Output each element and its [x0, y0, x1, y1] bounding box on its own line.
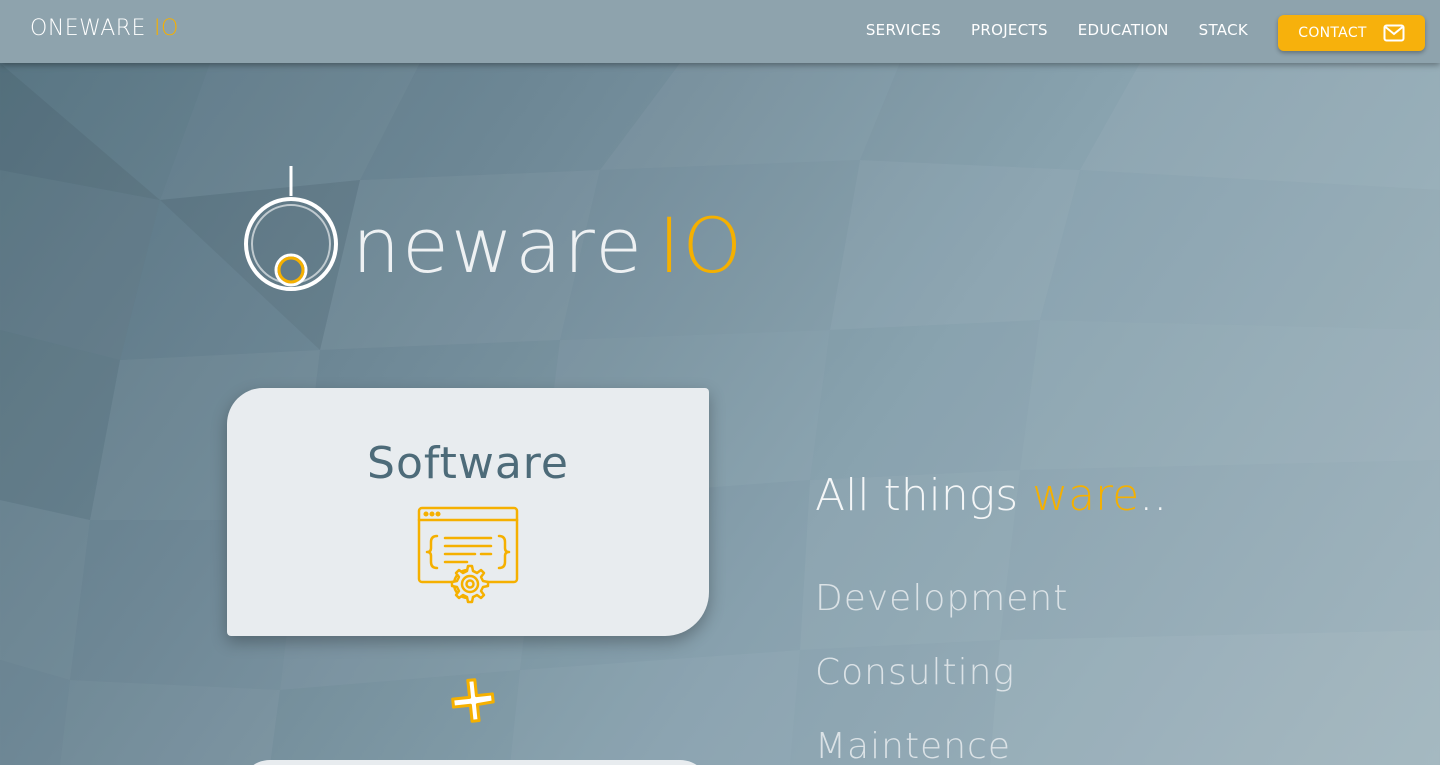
- nav-link-education[interactable]: EDUCATION: [1078, 21, 1169, 39]
- tagline: All things ware..: [815, 470, 1167, 521]
- nav-links: SERVICES PROJECTS EDUCATION STACK: [866, 21, 1248, 39]
- next-card-peek: [240, 760, 710, 765]
- software-card-title: Software: [367, 438, 569, 489]
- hero-logo: neware IO: [240, 160, 800, 300]
- tagline-prefix: All things: [815, 470, 1033, 521]
- software-card[interactable]: Software: [227, 388, 709, 636]
- brand-name: ONEWARE: [30, 16, 146, 41]
- contact-button[interactable]: CONTACT: [1278, 15, 1425, 51]
- service-item-maintence: Maintence: [815, 726, 1011, 765]
- logo-word-main: neware: [352, 201, 644, 290]
- logo-word-accent: IO: [658, 201, 745, 290]
- nav-link-projects[interactable]: PROJECTS: [971, 21, 1048, 39]
- logo-wordmark: neware IO: [352, 208, 744, 284]
- tagline-accent: ware: [1032, 470, 1140, 521]
- service-item-development: Development: [815, 578, 1069, 619]
- service-item-consulting: Consulting: [815, 652, 1016, 693]
- nav-link-stack[interactable]: STACK: [1199, 21, 1248, 39]
- code-window-gear-icon: [417, 506, 519, 604]
- brand-logo[interactable]: ONEWARE IO: [30, 16, 179, 41]
- brand-accent: IO: [153, 16, 179, 41]
- top-navbar: ONEWARE IO SERVICES PROJECTS EDUCATION ST…: [0, 0, 1440, 63]
- tagline-suffix: ..: [1139, 470, 1168, 521]
- nav-link-services[interactable]: SERVICES: [866, 21, 941, 39]
- background-pattern: [0, 63, 1440, 765]
- logo-o-mark-icon: [244, 166, 338, 291]
- mail-icon: [1383, 24, 1405, 42]
- plus-icon: [451, 678, 495, 723]
- contact-label: CONTACT: [1298, 25, 1367, 41]
